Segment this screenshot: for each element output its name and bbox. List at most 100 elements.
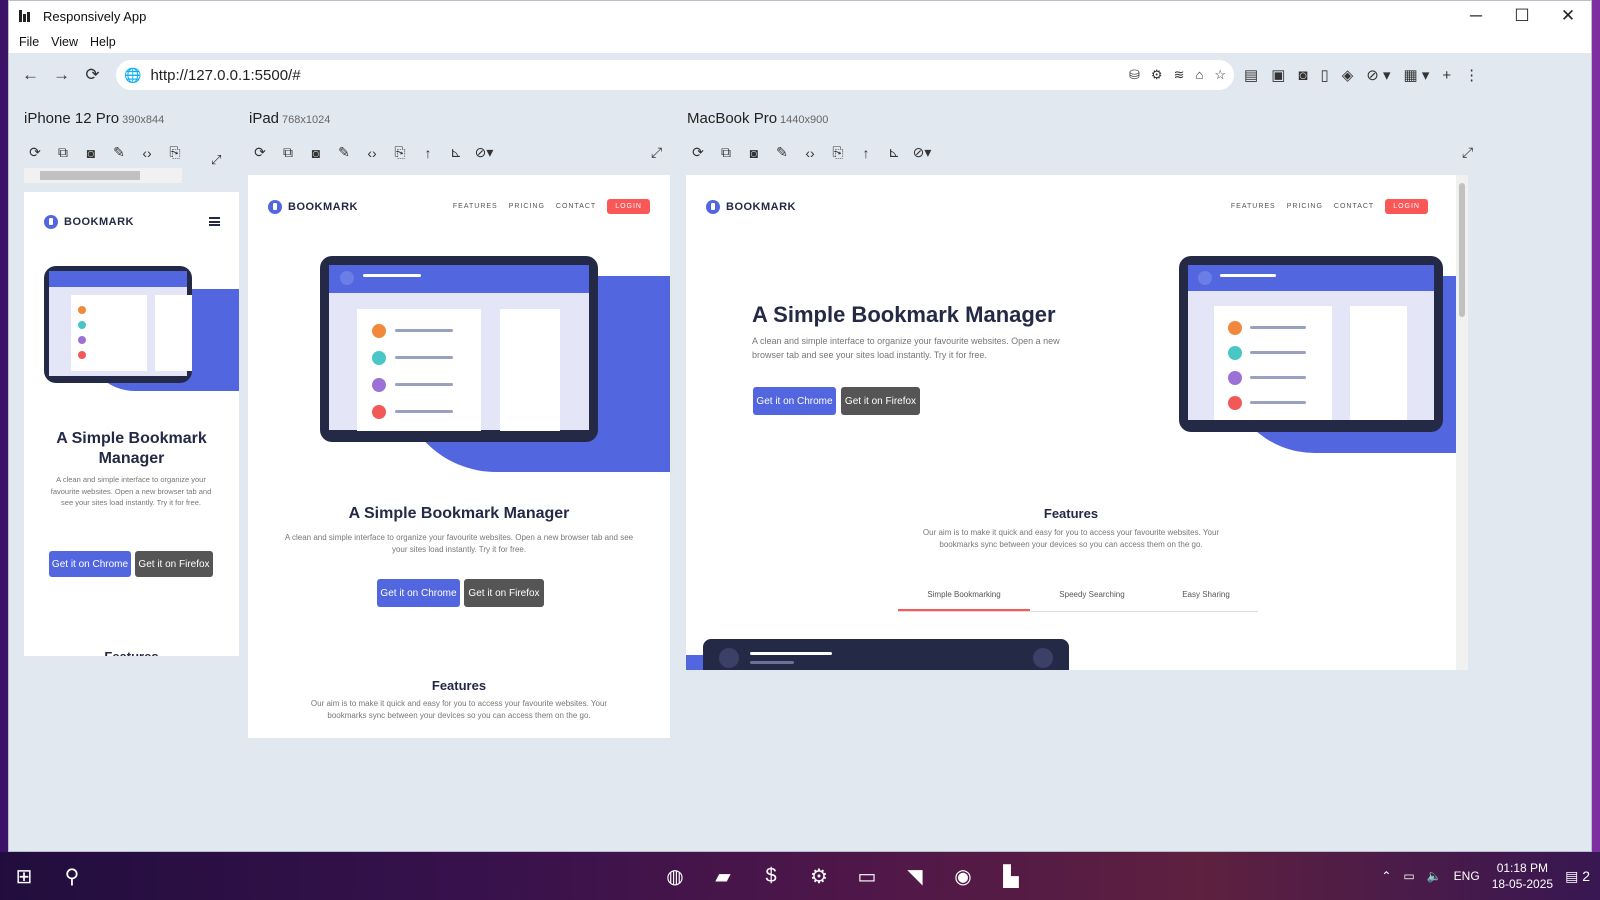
vscode-icon[interactable]: ◥ [891, 852, 939, 900]
firefox-button[interactable]: Get it on Firefox [135, 551, 213, 577]
horizontal-scrollbar[interactable] [24, 168, 182, 183]
layers-icon[interactable]: ◈ [1342, 66, 1354, 84]
bookmark-logo-icon [268, 200, 282, 214]
maximize-button[interactable]: ☐ [1499, 1, 1545, 31]
clock[interactable]: 01:18 PM 18-05-2025 [1492, 860, 1553, 892]
bookmark-star-icon[interactable]: ☆ [1214, 67, 1226, 83]
tradingview-icon[interactable]: ▰ [699, 852, 747, 900]
nav-pricing[interactable]: PRICING [509, 203, 545, 210]
cookies-icon[interactable]: ⚙ [1151, 67, 1163, 83]
add-icon[interactable]: + [1442, 67, 1451, 84]
more-icon[interactable]: ⋮ [1464, 66, 1479, 84]
eyedropper-icon[interactable]: ✎ [105, 144, 133, 161]
camera-icon[interactable]: ◙ [77, 145, 105, 161]
hide-icon[interactable]: ⊘ ▾ [1366, 66, 1390, 84]
start-icon[interactable]: ⊞ [0, 852, 48, 900]
back-button[interactable]: ← [15, 65, 46, 85]
hide-icon[interactable]: ⊘▾ [908, 144, 936, 161]
title-bar: Responsively App ─ ☐ ✕ [9, 1, 1591, 31]
window-title: Responsively App [43, 8, 147, 24]
money-app-icon[interactable]: $ [747, 852, 795, 900]
notifications-icon[interactable]: ▤ 2 [1565, 868, 1590, 885]
forward-button[interactable]: → [46, 65, 77, 85]
rotate-icon[interactable]: ⎘ [386, 144, 414, 161]
chrome-button[interactable]: Get it on Chrome [49, 551, 131, 577]
minimize-button[interactable]: ─ [1453, 1, 1499, 31]
layout-icon[interactable]: ▦ ▾ [1404, 66, 1430, 84]
home-icon[interactable]: ⌂ [1195, 67, 1203, 83]
reload-icon[interactable]: ⟳ [21, 144, 49, 161]
eyedropper-icon[interactable]: ✎ [330, 144, 358, 161]
firefox-button[interactable]: Get it on Firefox [464, 579, 544, 607]
eyedropper-icon[interactable]: ✎ [768, 144, 796, 161]
chrome-button[interactable]: Get it on Chrome [377, 579, 460, 607]
login-button[interactable]: LOGIN [607, 199, 650, 214]
tab-speedy-searching[interactable]: Speedy Searching [1030, 590, 1154, 611]
nav-features[interactable]: FEATURES [453, 203, 498, 210]
site-nav: FEATURES PRICING CONTACT LOGIN [453, 199, 650, 214]
camera-icon[interactable]: ◙ [302, 145, 330, 161]
device-manager-icon[interactable]: ▤ [1244, 66, 1258, 84]
hero-text: A clean and simple interface to organize… [752, 336, 1060, 360]
close-button[interactable]: ✕ [1545, 1, 1591, 31]
address-bar[interactable]: 🌐 http://127.0.0.1:5500/# ⛁ ⚙ ≋ ⌂ ☆ [116, 60, 1234, 90]
chevron-up-icon[interactable]: ⌃ [1381, 869, 1391, 883]
hamburger-menu-icon[interactable] [209, 217, 220, 226]
menu-file[interactable]: File [13, 35, 45, 49]
reload-button[interactable]: ⟳ [77, 65, 108, 85]
screenshot-icon[interactable]: ◙ [1298, 67, 1307, 84]
reload-icon[interactable]: ⟳ [246, 144, 274, 161]
edge-icon[interactable]: ◍ [651, 852, 699, 900]
nav-pricing[interactable]: PRICING [1287, 203, 1323, 210]
page-icon[interactable]: ▯ [1320, 66, 1328, 84]
scroll-up-icon[interactable]: ↑ [852, 145, 880, 161]
tab-easy-sharing[interactable]: Easy Sharing [1154, 590, 1258, 611]
fullscreen-icon[interactable]: ⤢ [1462, 144, 1473, 161]
menu-help[interactable]: Help [84, 35, 122, 49]
site-logo: BOOKMARK [268, 200, 358, 214]
files-icon[interactable]: ▭ [843, 852, 891, 900]
url-text[interactable]: http://127.0.0.1:5500/# [150, 67, 300, 84]
responsively-icon[interactable]: ▙ [987, 852, 1035, 900]
preview-icon[interactable]: ▣ [1271, 66, 1285, 84]
features-title: Features [431, 678, 487, 693]
reload-icon[interactable]: ⟳ [684, 144, 712, 161]
firefox-button[interactable]: Get it on Firefox [841, 387, 920, 415]
screenshot-icon[interactable]: ⧉ [274, 144, 302, 161]
scroll-up-icon[interactable]: ↑ [414, 145, 442, 161]
system-tray: ⌃ ▭ 🔈 ENG 01:18 PM 18-05-2025 ▤ 2 [1381, 860, 1600, 892]
nav-contact[interactable]: CONTACT [556, 203, 596, 210]
rotate-icon[interactable]: ⎘ [161, 144, 189, 161]
login-button[interactable]: LOGIN [1385, 199, 1428, 214]
devtools-icon[interactable]: ‹› [358, 145, 386, 161]
settings-icon[interactable]: ⚙ [795, 852, 843, 900]
search-icon[interactable]: ⚲ [48, 852, 96, 900]
screenshot-icon[interactable]: ⧉ [712, 144, 740, 161]
menu-view[interactable]: View [45, 35, 84, 49]
ruler-icon[interactable]: ⊾ [880, 144, 908, 161]
chrome-icon[interactable]: ◉ [939, 852, 987, 900]
clear-cache-icon[interactable]: ⛁ [1129, 67, 1140, 83]
ruler-icon[interactable]: ⊾ [442, 144, 470, 161]
nav-contact[interactable]: CONTACT [1334, 203, 1374, 210]
feature-tabs: Simple Bookmarking Speedy Searching Easy… [898, 590, 1258, 612]
camera-icon[interactable]: ◙ [740, 145, 768, 161]
devtools-icon[interactable]: ‹› [796, 145, 824, 161]
rotate-icon[interactable]: ⎘ [824, 144, 852, 161]
fullscreen-icon[interactable]: ⤢ [651, 144, 662, 161]
tab-simple-bookmarking[interactable]: Simple Bookmarking [898, 590, 1030, 611]
vertical-scrollbar[interactable] [1456, 175, 1468, 670]
network-icon[interactable]: ▭ [1403, 869, 1414, 883]
language-indicator[interactable]: ENG [1454, 869, 1480, 883]
screenshot-icon[interactable]: ⧉ [49, 144, 77, 161]
volume-icon[interactable]: 🔈 [1427, 869, 1442, 883]
ipad-viewport: BOOKMARK FEATURES PRICING CONTACT LOGIN … [248, 175, 670, 738]
network-icon[interactable]: ≋ [1174, 67, 1185, 83]
nav-features[interactable]: FEATURES [1231, 203, 1276, 210]
devtools-icon[interactable]: ‹› [133, 145, 161, 161]
hero-title: A Simple Bookmark Manager [348, 505, 570, 522]
device-title: iPhone 12 Pro 390x844 [24, 110, 165, 127]
chrome-button[interactable]: Get it on Chrome [753, 387, 836, 415]
fullscreen-icon[interactable]: ⤢ [211, 152, 221, 168]
hide-icon[interactable]: ⊘▾ [470, 144, 498, 161]
